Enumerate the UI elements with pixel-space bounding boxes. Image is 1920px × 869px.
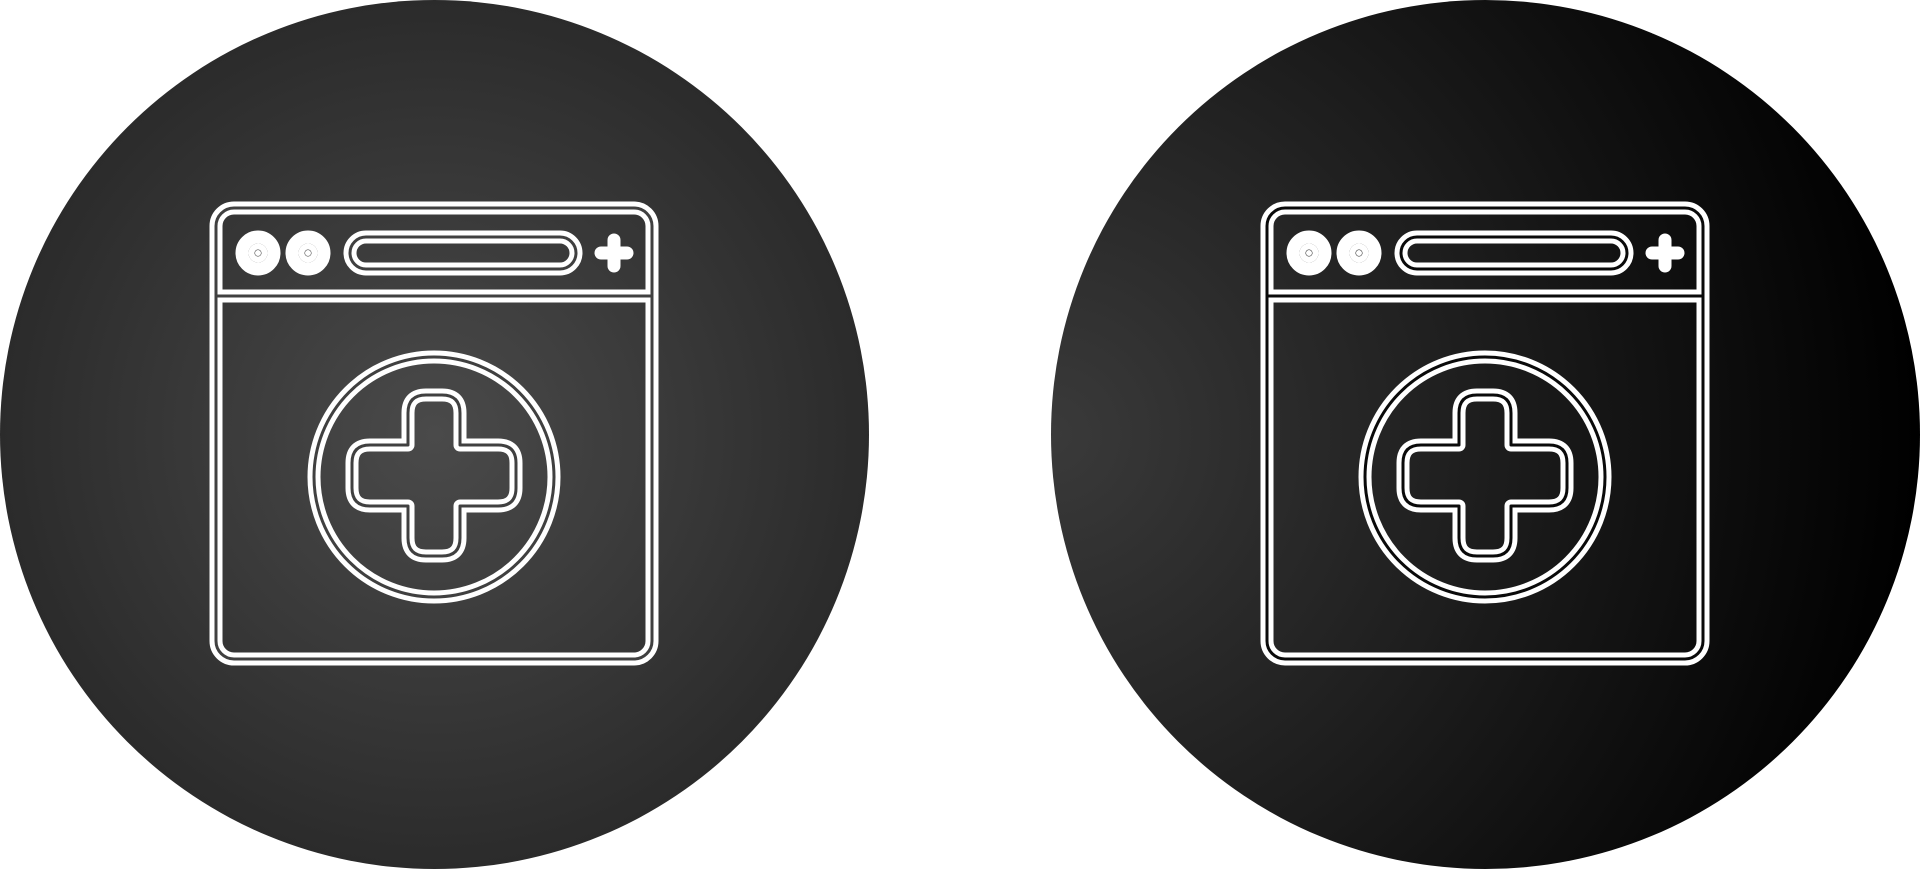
window-dot-center [1299, 243, 1319, 263]
icon-set-canvas [0, 0, 1920, 869]
background-circle [0, 0, 869, 869]
window-dot-center [298, 243, 318, 263]
medical-browser-icon-black-variant [1051, 0, 1920, 869]
medical-browser-icon-gray-variant [0, 0, 869, 869]
window-dot-center [1349, 243, 1369, 263]
background-circle [1051, 0, 1920, 869]
medical-browser-icon [1051, 0, 1920, 869]
window-dot-center [248, 243, 268, 263]
medical-browser-icon [0, 0, 869, 869]
